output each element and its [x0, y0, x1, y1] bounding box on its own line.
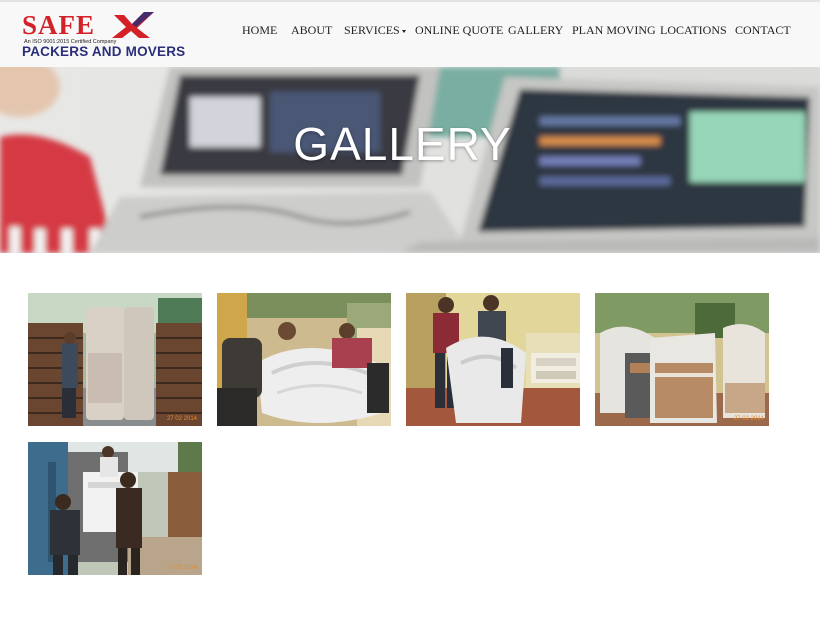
nav-plan-moving[interactable]: PLAN MOVING — [572, 22, 656, 38]
photo-image — [217, 293, 391, 426]
nav-gallery[interactable]: GALLERY — [508, 22, 563, 38]
gallery-photo[interactable]: 27 02 2014 — [28, 442, 202, 575]
photo-image — [28, 293, 202, 426]
photo-date-stamp: 27 02 2014 — [166, 416, 197, 422]
gallery-photo[interactable] — [217, 293, 391, 426]
logo-subtitle: PACKERS AND MOVERS — [22, 44, 186, 59]
page-banner: GALLERY — [0, 67, 820, 253]
nav-services[interactable]: SERVICES — [344, 22, 406, 38]
gallery-photo[interactable]: 27 02 2014 — [595, 293, 769, 426]
nav-about[interactable]: ABOUT — [291, 22, 332, 38]
photo-date-stamp: 27 02 2014 — [166, 565, 197, 571]
page-title: GALLERY — [293, 118, 512, 170]
photo-date-stamp: 27 02 2014 — [733, 416, 764, 422]
chevron-down-icon — [401, 29, 406, 33]
nav-locations[interactable]: LOCATIONS — [660, 22, 727, 38]
nav-home[interactable]: HOME — [242, 22, 277, 38]
site-logo[interactable]: SAFE An ISO 9001:2015 Certified Company … — [22, 10, 185, 60]
logo-x-mark — [112, 12, 154, 38]
gallery-photo[interactable]: 27 02 2014 — [28, 293, 202, 426]
photo-image — [406, 293, 580, 426]
logo-wordmark: SAFE — [22, 10, 96, 40]
nav-contact[interactable]: CONTACT — [735, 22, 791, 38]
nav-services-label: SERVICES — [344, 23, 400, 37]
gallery-photo[interactable] — [406, 293, 580, 426]
photo-image — [595, 293, 769, 426]
photo-image — [28, 442, 202, 575]
site-header: SAFE An ISO 9001:2015 Certified Company … — [0, 0, 820, 67]
nav-online-quote[interactable]: ONLINE QUOTE — [415, 22, 503, 38]
